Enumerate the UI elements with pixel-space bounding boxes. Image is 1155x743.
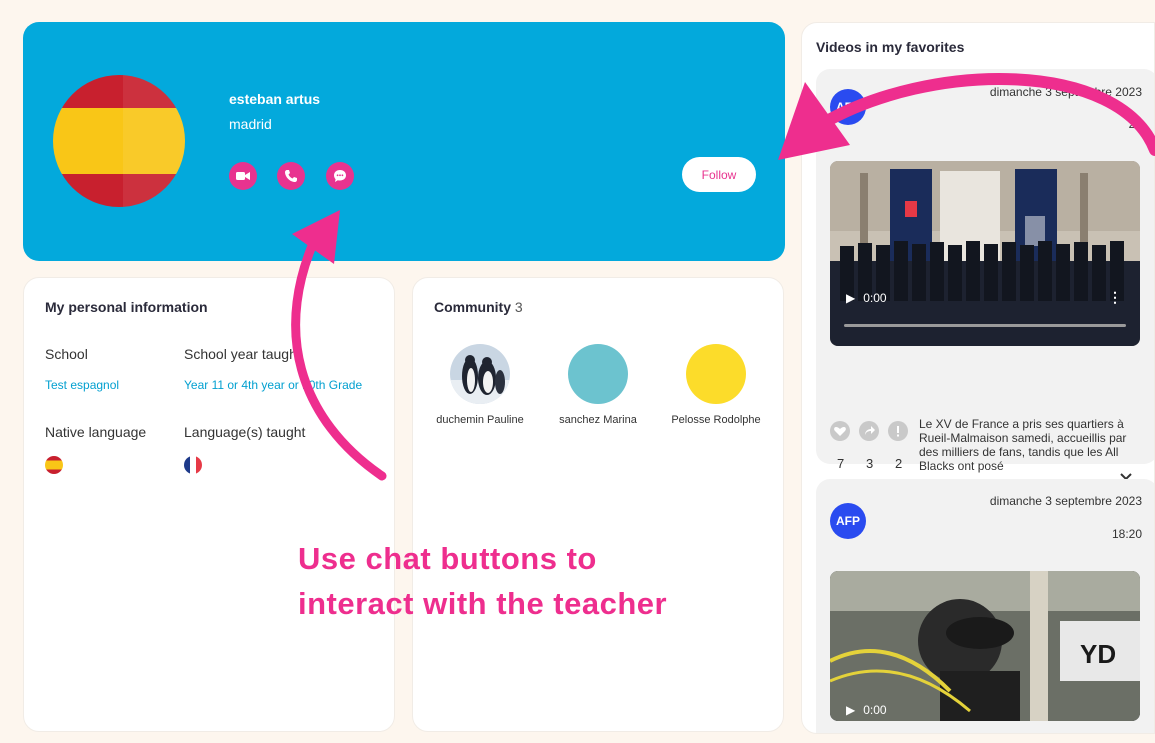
- video-card: AFP dimanche 3 septembre 2023 26 ▶ 0:00 …: [816, 69, 1154, 481]
- personal-info-card: My personal information School School ye…: [23, 277, 395, 732]
- avatar: [568, 344, 628, 404]
- video-player[interactable]: YD ▶ 0:00: [830, 571, 1140, 721]
- video-current-time: 0:00: [863, 703, 887, 717]
- video-current-time: 0:00: [863, 291, 887, 305]
- afp-logo: AFP: [830, 503, 866, 539]
- member-name: sanchez Marina: [559, 414, 637, 426]
- shares-count: 3: [866, 456, 874, 471]
- languages-taught-label: Language(s) taught: [184, 424, 306, 440]
- community-member[interactable]: Pelosse Rodolphe: [656, 344, 776, 426]
- play-icon[interactable]: ▶: [846, 291, 855, 305]
- community-count: 3: [514, 299, 523, 315]
- profile-hero: esteban artus madrid Follow: [23, 22, 785, 261]
- spain-flag-icon: [45, 456, 63, 474]
- video-camera-icon: [236, 172, 250, 180]
- favorites-panel: Videos in my favorites AFP dimanche 3 se…: [801, 22, 1155, 734]
- more-options-icon[interactable]: ⋮: [1108, 289, 1122, 306]
- video-date: dimanche 3 septembre 2023: [989, 85, 1142, 99]
- avatar: [686, 344, 746, 404]
- phone-icon: [285, 170, 297, 182]
- chat-bubble-icon: [334, 170, 346, 182]
- phone-call-button[interactable]: [277, 162, 305, 190]
- rugby-team-thumbnail: [830, 161, 1140, 346]
- school-label: School: [45, 346, 88, 362]
- personal-info-title: My personal information: [45, 299, 208, 315]
- community-card: Community 3 duchemin Pauline sanchez Mar…: [412, 277, 784, 732]
- community-member[interactable]: duchemin Pauline: [420, 344, 540, 426]
- chat-button[interactable]: [326, 162, 354, 190]
- teacher-city: madrid: [229, 116, 272, 132]
- france-flag-icon: [184, 456, 202, 474]
- annotation-line: interact with the teacher: [298, 586, 668, 621]
- community-member[interactable]: sanchez Marina: [538, 344, 658, 426]
- diver-thumbnail: YD: [830, 571, 1140, 721]
- alerts-count: 2: [895, 456, 903, 471]
- member-name: Pelosse Rodolphe: [671, 414, 761, 426]
- svg-text:YD: YD: [1080, 639, 1116, 669]
- annotation-line: Use chat buttons to: [298, 541, 597, 576]
- video-description: Le XV de France a pris ses quartiers à R…: [919, 417, 1127, 473]
- school-value[interactable]: Test espagnol: [45, 378, 119, 392]
- native-language-label: Native language: [45, 424, 147, 440]
- school-year-value[interactable]: Year 11 or 4th year or 10th Grade: [184, 378, 362, 392]
- video-controls[interactable]: ▶ 0:00: [846, 291, 887, 305]
- play-icon[interactable]: ▶: [846, 703, 855, 717]
- video-call-button[interactable]: [229, 162, 257, 190]
- teacher-name: esteban artus: [229, 91, 321, 107]
- likes-count: 7: [837, 456, 845, 471]
- share-icon[interactable]: [859, 421, 879, 441]
- video-time: 26: [1128, 117, 1142, 131]
- avatar-penguins: [450, 344, 510, 404]
- spain-flag-avatar: [53, 75, 185, 207]
- school-year-label: School year taught: [184, 346, 301, 362]
- like-icon[interactable]: [830, 421, 850, 441]
- video-date: dimanche 3 septembre 2023: [989, 494, 1142, 508]
- annotation-text: Use chat buttons to interact with the te…: [298, 536, 667, 626]
- video-player[interactable]: ▶ 0:00 ⋮: [830, 161, 1140, 346]
- community-title-text: Community: [434, 299, 511, 315]
- alert-icon[interactable]: [888, 421, 908, 441]
- video-card: AFP dimanche 3 septembre 2023 18:20 YD ▶…: [816, 479, 1154, 733]
- video-controls[interactable]: ▶ 0:00: [846, 703, 887, 717]
- video-progress-bar[interactable]: [844, 324, 1126, 327]
- favorites-title: Videos in my favorites: [816, 39, 965, 55]
- afp-logo: AFP: [830, 89, 866, 125]
- community-title: Community 3: [434, 299, 523, 315]
- follow-button[interactable]: Follow: [682, 157, 756, 192]
- video-time: 18:20: [1111, 527, 1142, 541]
- member-name: duchemin Pauline: [436, 414, 524, 426]
